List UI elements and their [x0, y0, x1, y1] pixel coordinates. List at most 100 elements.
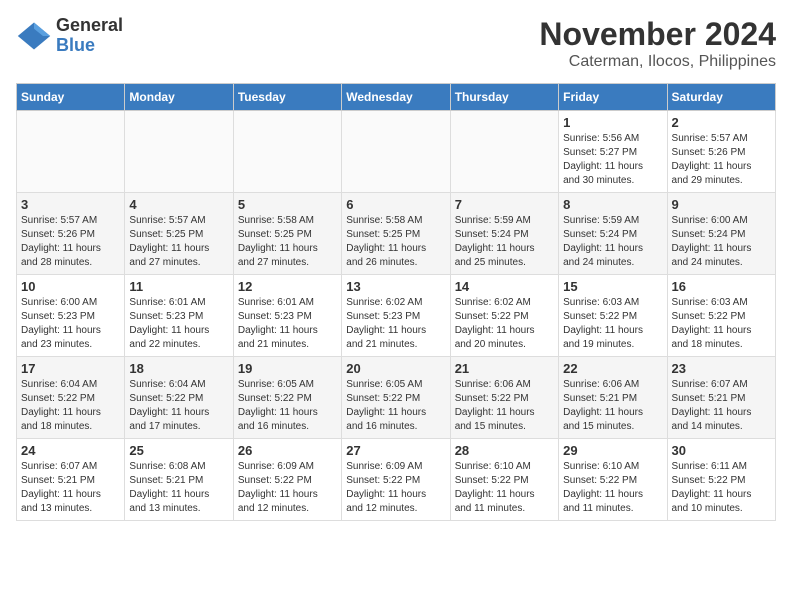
day-number: 2	[672, 115, 771, 130]
day-number: 18	[129, 361, 228, 376]
calendar-cell: 28 Sunrise: 6:10 AM Sunset: 5:22 PM Dayli…	[450, 439, 558, 521]
week-row-5: 24 Sunrise: 6:07 AM Sunset: 5:21 PM Dayli…	[17, 439, 776, 521]
calendar-cell: 20 Sunrise: 6:05 AM Sunset: 5:22 PM Dayli…	[342, 357, 450, 439]
day-number: 30	[672, 443, 771, 458]
day-info: Sunrise: 6:01 AM Sunset: 5:23 PM Dayligh…	[129, 296, 228, 352]
day-info: Sunrise: 6:11 AM Sunset: 5:22 PM Dayligh…	[672, 460, 771, 516]
week-row-1: 1 Sunrise: 5:56 AM Sunset: 5:27 PM Daylig…	[17, 111, 776, 193]
week-row-2: 3 Sunrise: 5:57 AM Sunset: 5:26 PM Daylig…	[17, 193, 776, 275]
calendar-cell	[125, 111, 233, 193]
day-number: 3	[21, 197, 120, 212]
day-info: Sunrise: 6:07 AM Sunset: 5:21 PM Dayligh…	[21, 460, 120, 516]
day-info: Sunrise: 6:02 AM Sunset: 5:23 PM Dayligh…	[346, 296, 445, 352]
logo-icon	[16, 18, 52, 54]
calendar-cell: 4 Sunrise: 5:57 AM Sunset: 5:25 PM Daylig…	[125, 193, 233, 275]
day-info: Sunrise: 6:10 AM Sunset: 5:22 PM Dayligh…	[455, 460, 554, 516]
week-row-4: 17Sunrise: 6:04 AM Sunset: 5:22 PM Dayli…	[17, 357, 776, 439]
calendar-cell: 18 Sunrise: 6:04 AM Sunset: 5:22 PM Dayli…	[125, 357, 233, 439]
calendar-cell: 12Sunrise: 6:01 AM Sunset: 5:23 PM Dayli…	[233, 275, 341, 357]
calendar-table: SundayMondayTuesdayWednesdayThursdayFrid…	[16, 83, 776, 521]
calendar-cell: 24 Sunrise: 6:07 AM Sunset: 5:21 PM Dayli…	[17, 439, 125, 521]
day-info: Sunrise: 5:57 AM Sunset: 5:26 PM Dayligh…	[672, 132, 771, 188]
day-info: Sunrise: 6:10 AM Sunset: 5:22 PM Dayligh…	[563, 460, 662, 516]
calendar-cell: 10 Sunrise: 6:00 AM Sunset: 5:23 PM Dayli…	[17, 275, 125, 357]
calendar-cell: 15 Sunrise: 6:03 AM Sunset: 5:22 PM Dayli…	[559, 275, 667, 357]
day-number: 10	[21, 279, 120, 294]
calendar-header: SundayMondayTuesdayWednesdayThursdayFrid…	[17, 84, 776, 111]
day-info: Sunrise: 5:56 AM Sunset: 5:27 PM Dayligh…	[563, 132, 662, 188]
day-number: 16	[672, 279, 771, 294]
day-info: Sunrise: 6:02 AM Sunset: 5:22 PM Dayligh…	[455, 296, 554, 352]
calendar-cell: 13 Sunrise: 6:02 AM Sunset: 5:23 PM Dayli…	[342, 275, 450, 357]
day-number: 22	[563, 361, 662, 376]
day-info: Sunrise: 5:58 AM Sunset: 5:25 PM Dayligh…	[346, 214, 445, 270]
calendar-cell: 16 Sunrise: 6:03 AM Sunset: 5:22 PM Dayli…	[667, 275, 775, 357]
calendar-cell	[233, 111, 341, 193]
day-number: 20	[346, 361, 445, 376]
day-number: 29	[563, 443, 662, 458]
calendar-cell: 29 Sunrise: 6:10 AM Sunset: 5:22 PM Dayli…	[559, 439, 667, 521]
day-info: Sunrise: 5:58 AM Sunset: 5:25 PM Dayligh…	[238, 214, 337, 270]
day-number: 6	[346, 197, 445, 212]
calendar-cell	[17, 111, 125, 193]
calendar-cell: 25Sunrise: 6:08 AM Sunset: 5:21 PM Dayli…	[125, 439, 233, 521]
day-number: 15	[563, 279, 662, 294]
calendar-cell: 8Sunrise: 5:59 AM Sunset: 5:24 PM Daylig…	[559, 193, 667, 275]
day-info: Sunrise: 6:09 AM Sunset: 5:22 PM Dayligh…	[346, 460, 445, 516]
header-row: SundayMondayTuesdayWednesdayThursdayFrid…	[17, 84, 776, 111]
month-title: November 2024	[539, 16, 776, 53]
day-header-tuesday: Tuesday	[233, 84, 341, 111]
calendar-cell	[342, 111, 450, 193]
day-info: Sunrise: 6:03 AM Sunset: 5:22 PM Dayligh…	[563, 296, 662, 352]
title-area: November 2024 Caterman, Ilocos, Philippi…	[539, 16, 776, 71]
calendar-cell: 26Sunrise: 6:09 AM Sunset: 5:22 PM Dayli…	[233, 439, 341, 521]
day-info: Sunrise: 6:04 AM Sunset: 5:22 PM Dayligh…	[129, 378, 228, 434]
day-header-thursday: Thursday	[450, 84, 558, 111]
day-info: Sunrise: 5:59 AM Sunset: 5:24 PM Dayligh…	[455, 214, 554, 270]
day-info: Sunrise: 5:57 AM Sunset: 5:25 PM Dayligh…	[129, 214, 228, 270]
calendar-cell	[450, 111, 558, 193]
location: Caterman, Ilocos, Philippines	[539, 53, 776, 71]
calendar-cell: 1 Sunrise: 5:56 AM Sunset: 5:27 PM Daylig…	[559, 111, 667, 193]
day-number: 24	[21, 443, 120, 458]
day-number: 11	[129, 279, 228, 294]
calendar-body: 1 Sunrise: 5:56 AM Sunset: 5:27 PM Daylig…	[17, 111, 776, 521]
calendar-cell: 19Sunrise: 6:05 AM Sunset: 5:22 PM Dayli…	[233, 357, 341, 439]
calendar-cell: 7 Sunrise: 5:59 AM Sunset: 5:24 PM Daylig…	[450, 193, 558, 275]
day-header-friday: Friday	[559, 84, 667, 111]
day-info: Sunrise: 6:05 AM Sunset: 5:22 PM Dayligh…	[238, 378, 337, 434]
logo: General Blue	[16, 16, 123, 56]
day-number: 27	[346, 443, 445, 458]
day-info: Sunrise: 6:00 AM Sunset: 5:23 PM Dayligh…	[21, 296, 120, 352]
day-number: 12	[238, 279, 337, 294]
logo-text: General Blue	[56, 16, 123, 56]
day-number: 7	[455, 197, 554, 212]
day-header-wednesday: Wednesday	[342, 84, 450, 111]
day-number: 1	[563, 115, 662, 130]
day-header-sunday: Sunday	[17, 84, 125, 111]
calendar-cell: 27 Sunrise: 6:09 AM Sunset: 5:22 PM Dayli…	[342, 439, 450, 521]
day-number: 13	[346, 279, 445, 294]
day-info: Sunrise: 6:07 AM Sunset: 5:21 PM Dayligh…	[672, 378, 771, 434]
day-info: Sunrise: 6:09 AM Sunset: 5:22 PM Dayligh…	[238, 460, 337, 516]
calendar-cell: 22 Sunrise: 6:06 AM Sunset: 5:21 PM Dayli…	[559, 357, 667, 439]
day-info: Sunrise: 6:05 AM Sunset: 5:22 PM Dayligh…	[346, 378, 445, 434]
day-number: 8	[563, 197, 662, 212]
calendar-cell: 17Sunrise: 6:04 AM Sunset: 5:22 PM Dayli…	[17, 357, 125, 439]
day-number: 28	[455, 443, 554, 458]
day-info: Sunrise: 6:03 AM Sunset: 5:22 PM Dayligh…	[672, 296, 771, 352]
calendar-cell: 2 Sunrise: 5:57 AM Sunset: 5:26 PM Daylig…	[667, 111, 775, 193]
day-number: 4	[129, 197, 228, 212]
day-number: 14	[455, 279, 554, 294]
calendar-cell: 21 Sunrise: 6:06 AM Sunset: 5:22 PM Dayli…	[450, 357, 558, 439]
day-info: Sunrise: 5:57 AM Sunset: 5:26 PM Dayligh…	[21, 214, 120, 270]
day-info: Sunrise: 6:06 AM Sunset: 5:21 PM Dayligh…	[563, 378, 662, 434]
calendar-cell: 11 Sunrise: 6:01 AM Sunset: 5:23 PM Dayli…	[125, 275, 233, 357]
calendar-cell: 3 Sunrise: 5:57 AM Sunset: 5:26 PM Daylig…	[17, 193, 125, 275]
day-info: Sunrise: 6:04 AM Sunset: 5:22 PM Dayligh…	[21, 378, 120, 434]
day-number: 21	[455, 361, 554, 376]
calendar-cell: 14 Sunrise: 6:02 AM Sunset: 5:22 PM Dayli…	[450, 275, 558, 357]
day-info: Sunrise: 6:08 AM Sunset: 5:21 PM Dayligh…	[129, 460, 228, 516]
day-info: Sunrise: 6:06 AM Sunset: 5:22 PM Dayligh…	[455, 378, 554, 434]
day-number: 23	[672, 361, 771, 376]
